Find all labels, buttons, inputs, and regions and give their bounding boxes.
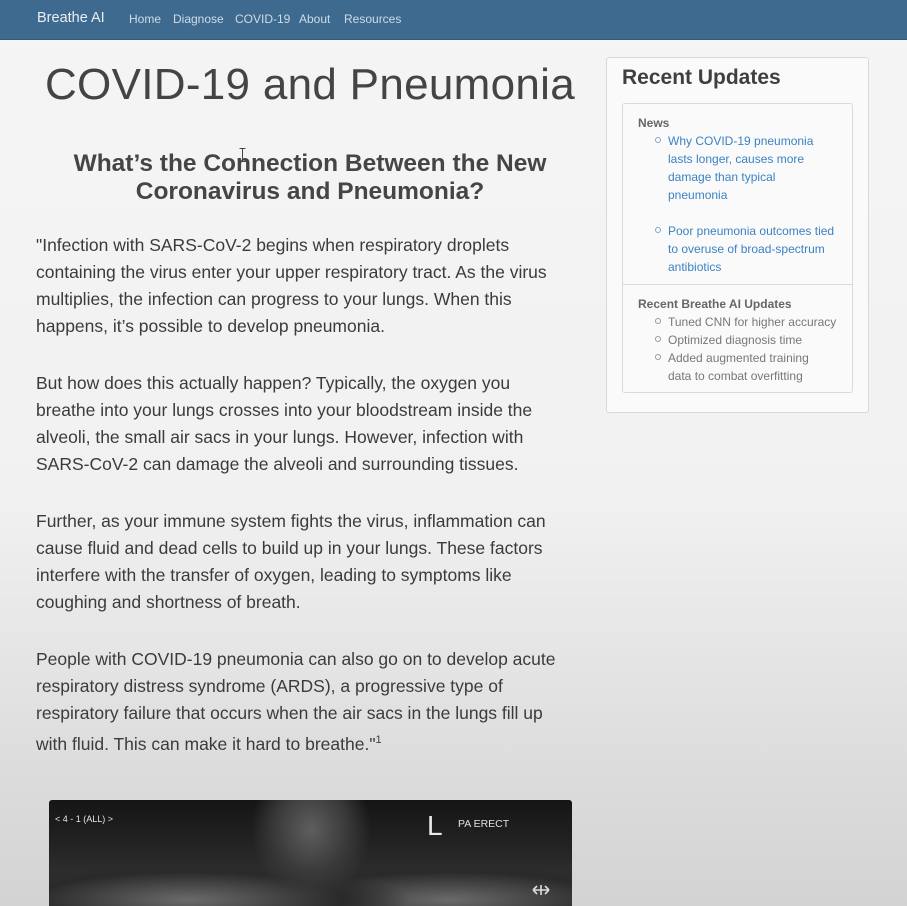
para-line: But how does this actually happen? Typic…	[36, 373, 511, 393]
top-navbar: Breathe AI Home Diagnose COVID-19 About …	[0, 0, 907, 40]
para-line: cause fluid and dead cells to build up i…	[36, 538, 543, 558]
text-cursor-icon	[239, 148, 246, 162]
para-line: respiratory distress syndrome (ARDS), a …	[36, 676, 503, 696]
xray-view-label: PA ERECT	[458, 818, 510, 830]
nav-about[interactable]: About	[299, 12, 330, 26]
para-line: alveoli, the small air sacs in your lung…	[36, 427, 524, 447]
nav-home[interactable]: Home	[129, 12, 161, 26]
news-section: News Why COVID-19 pneumonia lasts longer…	[623, 104, 852, 285]
nav-resources[interactable]: Resources	[344, 12, 401, 26]
para-line: coughing and shortness of breath.	[36, 592, 301, 612]
quote-paragraph-2: But how does this actually happen? Typic…	[36, 370, 576, 478]
para-line: "Infection with SARS-CoV-2 begins when r…	[36, 235, 510, 255]
section-subtitle: What’s the Connection Between the New Co…	[36, 150, 584, 206]
recent-updates-panel: Recent Updates News Why COVID-19 pneumon…	[606, 57, 869, 413]
para-line: interfere with the transfer of oxygen, l…	[36, 565, 512, 585]
sidebar-title: Recent Updates	[622, 66, 781, 89]
news-link-antibiotics[interactable]: Poor pneumonia outcomes tied to overuse …	[654, 222, 844, 276]
quote-paragraph-3: Further, as your immune system fights th…	[36, 508, 576, 616]
subtitle-line-1: What’s the Connection Between the New	[73, 150, 547, 177]
para-line: containing the virus enter your upper re…	[36, 262, 547, 282]
news-heading: News	[638, 116, 670, 130]
brand-link[interactable]: Breathe AI	[37, 10, 105, 26]
updates-list-box: News Why COVID-19 pneumonia lasts longer…	[622, 103, 853, 393]
chest-xray-image: < 4 - 1 (ALL) > L PA ERECT	[49, 800, 572, 906]
xray-side-marker: L	[427, 810, 443, 841]
news-list: Why COVID-19 pneumonia lasts longer, cau…	[654, 132, 844, 276]
para-line: happens, it’s possible to develop pneumo…	[36, 316, 385, 336]
list-item: Optimized diagnosis time	[654, 331, 844, 349]
page-title: COVID-19 and Pneumonia	[44, 60, 575, 109]
para-line: respiratory failure that occurs when the…	[36, 703, 543, 723]
para-line: SARS-CoV-2 can damage the alveoli and su…	[36, 454, 519, 474]
ai-updates-list: Tuned CNN for higher accuracy Optimized …	[654, 313, 844, 385]
footnote-marker[interactable]: 1	[376, 734, 382, 746]
para-line: multiplies, the infection can progress t…	[36, 289, 512, 309]
list-item: Added augmented training data to combat …	[654, 349, 844, 385]
nav-covid-19[interactable]: COVID-19	[235, 12, 290, 26]
news-link-covid-pneumonia[interactable]: Why COVID-19 pneumonia lasts longer, cau…	[654, 132, 844, 204]
para-line: Further, as your immune system fights th…	[36, 511, 546, 531]
quote-paragraph-4: People with COVID-19 pneumonia can also …	[36, 646, 576, 758]
quote-paragraph-1: "Infection with SARS-CoV-2 begins when r…	[36, 232, 576, 340]
nav-diagnose[interactable]: Diagnose	[173, 12, 224, 26]
xray-series-label: < 4 - 1 (ALL) >	[55, 814, 114, 824]
horizontal-resize-cursor-icon	[532, 885, 550, 895]
ai-updates-section: Recent Breathe AI Updates Tuned CNN for …	[623, 285, 852, 392]
ai-updates-heading: Recent Breathe AI Updates	[638, 297, 792, 311]
list-item: Tuned CNN for higher accuracy	[654, 313, 844, 331]
subtitle-line-2: Coronavirus and Pneumonia?	[135, 178, 485, 205]
para-line: People with COVID-19 pneumonia can also …	[36, 649, 556, 669]
para-line: with fluid. This can make it hard to bre…	[36, 733, 376, 754]
para-line: breathe into your lungs crosses into you…	[36, 400, 533, 420]
